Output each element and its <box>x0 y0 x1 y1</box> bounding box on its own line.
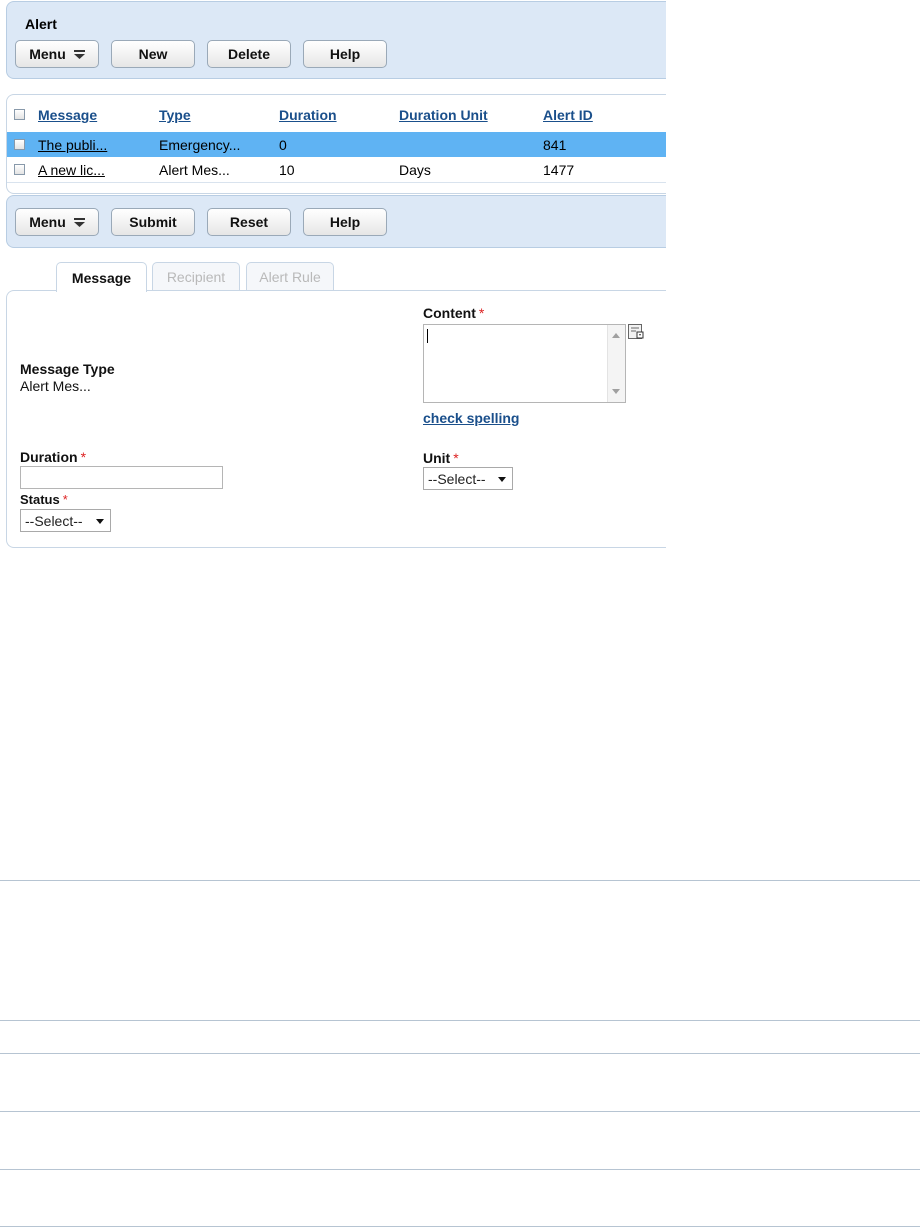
required-marker: * <box>453 450 459 466</box>
alert-id-cell: 841 <box>543 137 567 153</box>
column-header-alert-id[interactable]: Alert ID <box>543 107 593 123</box>
column-header-duration[interactable]: Duration <box>279 107 337 123</box>
duration-input[interactable] <box>20 466 223 489</box>
menu-button[interactable]: Menu <box>15 40 99 68</box>
duration-label: Duration * <box>20 449 86 465</box>
divider-line <box>0 880 920 881</box>
tab-recipient[interactable]: Recipient <box>152 262 240 291</box>
alert-toolbar-panel: Alert Menu New Delete Help <box>6 1 666 79</box>
textarea-scrollbar[interactable] <box>607 325 625 402</box>
divider-line <box>0 1053 920 1054</box>
document-edit-icon[interactable] <box>627 323 645 346</box>
unit-label-text: Unit <box>423 450 451 466</box>
menu-dropdown-icon <box>73 217 85 227</box>
alert-id-cell: 1477 <box>543 162 575 178</box>
submit-button[interactable]: Submit <box>111 208 195 236</box>
tab-message[interactable]: Message <box>56 262 147 292</box>
column-header-message[interactable]: Message <box>38 107 97 123</box>
new-button[interactable]: New <box>111 40 195 68</box>
divider-line <box>0 1020 920 1021</box>
required-marker: * <box>80 449 87 465</box>
duration-unit-cell: Days <box>399 162 431 178</box>
delete-button[interactable]: Delete <box>207 40 291 68</box>
status-select-value: --Select-- <box>25 513 83 529</box>
duration-label-text: Duration <box>20 449 78 465</box>
divider-line <box>0 1169 920 1170</box>
menu-dropdown-icon <box>73 49 85 59</box>
content-label: Content * <box>423 305 484 321</box>
type-cell: Emergency... <box>159 137 241 153</box>
message-link[interactable]: A new lic... <box>38 162 105 178</box>
unit-select-value: --Select-- <box>428 471 486 487</box>
row-checkbox[interactable] <box>14 164 25 175</box>
status-select[interactable]: --Select-- <box>20 509 111 532</box>
alert-grid: Message Type Duration Duration Unit Aler… <box>6 94 666 194</box>
table-row[interactable]: A new lic... Alert Mes... 10 Days 1477 <box>7 157 666 183</box>
scroll-down-arrow-icon[interactable] <box>612 389 620 394</box>
select-all-checkbox[interactable] <box>14 109 25 120</box>
reset-button[interactable]: Reset <box>207 208 291 236</box>
tab-alert-rule[interactable]: Alert Rule <box>246 262 334 291</box>
type-cell: Alert Mes... <box>159 162 230 178</box>
check-spelling-link[interactable]: check spelling <box>423 410 519 426</box>
required-marker: * <box>478 305 485 321</box>
duration-cell: 10 <box>279 162 295 178</box>
menu-button-label: Menu <box>29 46 66 62</box>
message-link[interactable]: The publi... <box>38 137 107 153</box>
table-row[interactable]: The publi... Emergency... 0 841 <box>7 132 666 157</box>
menu-button[interactable]: Menu <box>15 208 99 236</box>
grid-header: Message Type Duration Duration Unit Aler… <box>7 102 666 127</box>
message-type-value: Alert Mes... <box>20 378 91 394</box>
content-label-text: Content <box>423 305 476 321</box>
divider-line <box>0 1111 920 1112</box>
status-label: Status * <box>20 492 68 507</box>
menu-button-label: Menu <box>29 214 66 230</box>
content-textarea[interactable] <box>423 324 626 403</box>
column-header-duration-unit[interactable]: Duration Unit <box>399 107 488 123</box>
unit-label: Unit * <box>423 450 459 466</box>
panel-title: Alert <box>25 16 57 32</box>
duration-cell: 0 <box>279 137 287 153</box>
form-toolbar-panel: Menu Submit Reset Help <box>6 195 666 248</box>
dropdown-arrow-icon <box>498 477 506 482</box>
scroll-up-arrow-icon[interactable] <box>612 333 620 338</box>
message-type-label: Message Type <box>20 361 115 377</box>
status-label-text: Status <box>20 492 60 507</box>
dropdown-arrow-icon <box>96 519 104 524</box>
text-caret <box>427 329 428 343</box>
row-checkbox[interactable] <box>14 139 25 150</box>
form-tabs: Message Recipient Alert Rule <box>0 262 666 292</box>
help-button[interactable]: Help <box>303 208 387 236</box>
required-marker: * <box>62 492 68 507</box>
column-header-type[interactable]: Type <box>159 107 191 123</box>
help-button[interactable]: Help <box>303 40 387 68</box>
unit-select[interactable]: --Select-- <box>423 467 513 490</box>
